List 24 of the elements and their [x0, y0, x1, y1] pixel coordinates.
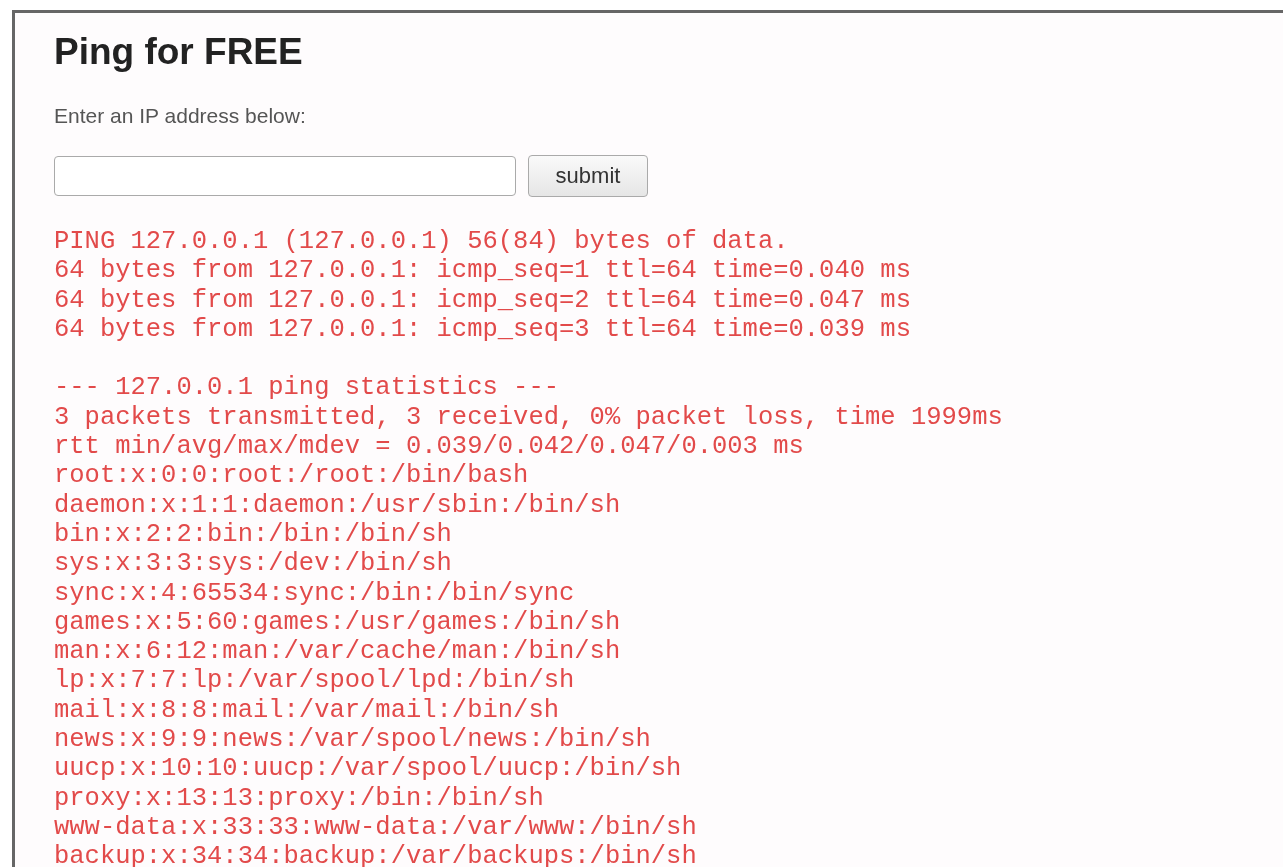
- output-line: sync:x:4:65534:sync:/bin:/bin/sync: [54, 578, 575, 608]
- output-line: 3 packets transmitted, 3 received, 0% packet loss, time 1999ms: [54, 402, 1003, 433]
- output-line: root:x:0:0:root:/root:/bin/bash: [54, 461, 529, 491]
- output-line: 64 bytes from 127.0.0.1: icmp_seq=3 ttl=64 time=0.039 ms: [54, 314, 911, 345]
- output-line: lp:x:7:7:lp:/var/spool/lpd:/bin/sh: [54, 666, 575, 696]
- output-line: news:x:9:9:news:/var/spool/news:/bin/sh: [54, 725, 651, 755]
- output-line: games:x:5:60:games:/usr/games:/bin/sh: [54, 607, 621, 638]
- submit-button[interactable]: submit: [528, 155, 648, 197]
- output-line: sys:x:3:3:sys:/dev:/bin/sh: [54, 549, 452, 579]
- output-line: 64 bytes from 127.0.0.1: icmp_seq=2 ttl=64 time=0.047 ms: [54, 285, 911, 315]
- output-line: --- 127.0.0.1 ping statistics ---: [54, 373, 559, 403]
- output-line: PING 127.0.0.1 (127.0.0.1) 56(84) bytes of data.: [54, 227, 789, 257]
- output-line: bin:x:2:2:bin:/bin:/bin/sh: [54, 519, 452, 550]
- output-line: 64 bytes from 127.0.0.1: icmp_seq=1 ttl=64 time=0.040 ms: [54, 256, 911, 286]
- output-line: www-data:x:33:33:www-data:/var/www:/bin/sh: [54, 812, 697, 843]
- output-line: proxy:x:13:13:proxy:/bin:/bin/sh: [54, 783, 544, 813]
- ip-address-field[interactable]: [54, 156, 516, 196]
- instruction-text: Enter an IP address below:: [54, 103, 306, 129]
- output-line: man:x:6:12:man:/var/cache/man:/bin/sh: [54, 637, 621, 667]
- output-line: uucp:x:10:10:uucp:/var/spool/uucp:/bin/sh: [54, 754, 682, 784]
- output-line: daemon:x:1:1:daemon:/usr/sbin:/bin/sh: [54, 490, 621, 520]
- page-heading: Ping for FREE: [54, 30, 303, 73]
- output-line: mail:x:8:8:mail:/var/mail:/bin/sh: [54, 695, 559, 726]
- output-line: rtt min/avg/max/mdev = 0.039/0.042/0.047/0.003 ms: [54, 432, 804, 462]
